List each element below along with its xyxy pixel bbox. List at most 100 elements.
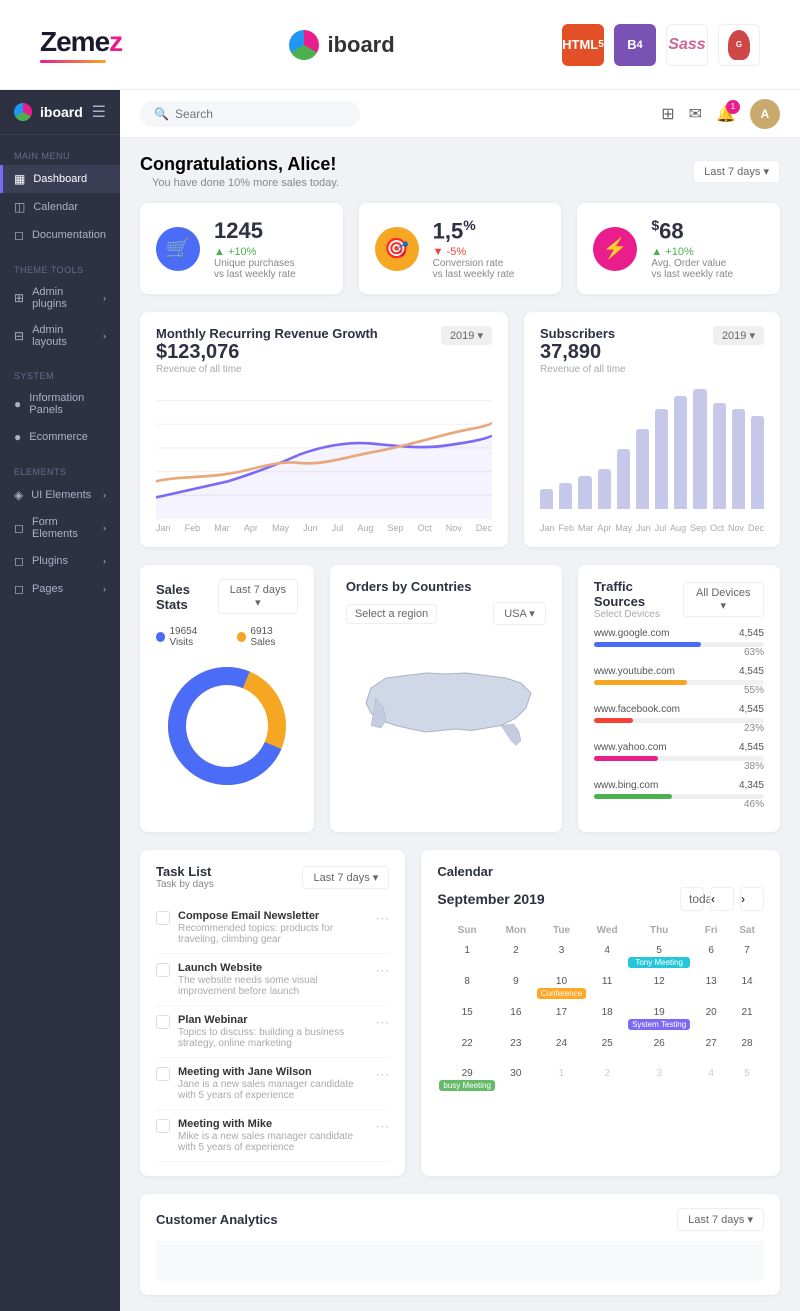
charts-row: Monthly Recurring Revenue Growth $123,07… xyxy=(140,312,780,547)
date-filter-button[interactable]: Last 7 days ▾ xyxy=(693,160,780,183)
sidebar-item-admin-layouts[interactable]: ⊟ Admin layouts › xyxy=(0,317,120,355)
cal-day[interactable]: 29busy Meeting xyxy=(437,1065,497,1094)
sidebar-item-documentation[interactable]: ◻ Documentation xyxy=(0,221,120,249)
task-dots-icon[interactable]: ⋯ xyxy=(375,962,389,979)
cal-day[interactable]: 12 xyxy=(626,973,692,1002)
cal-day[interactable]: 13 xyxy=(694,973,728,1002)
cal-today-button[interactable]: today xyxy=(680,887,704,911)
x-label: Jan xyxy=(156,523,171,533)
cal-day[interactable]: 26 xyxy=(626,1035,692,1063)
customer-analytics-filter[interactable]: Last 7 days ▾ xyxy=(677,1208,764,1231)
cal-prev-button[interactable]: ‹ xyxy=(710,887,734,911)
x-label: Jul xyxy=(655,523,667,533)
cal-day[interactable]: 15 xyxy=(437,1004,497,1033)
task-item: Meeting with Mike Mike is a new sales ma… xyxy=(156,1110,389,1162)
cal-day[interactable]: 3 xyxy=(535,942,588,971)
task-item: Compose Email Newsletter Recommended top… xyxy=(156,902,389,954)
cal-day[interactable]: 6 xyxy=(694,942,728,971)
legend-sales: 6913 Sales xyxy=(237,626,298,648)
cal-day[interactable]: 5Tony Meeting xyxy=(626,942,692,971)
cal-day[interactable]: 1 xyxy=(437,942,497,971)
cal-day[interactable]: 28 xyxy=(730,1035,764,1063)
task-filter-button[interactable]: Last 7 days ▾ xyxy=(302,866,389,889)
cal-day-header: Thu xyxy=(626,921,692,940)
ecommerce-label: Ecommerce xyxy=(29,431,106,443)
zemes-logo: Zemez xyxy=(40,26,122,63)
search-box[interactable]: 🔍 xyxy=(140,101,360,127)
cal-day[interactable]: 8 xyxy=(437,973,497,1002)
cal-day[interactable]: 22 xyxy=(437,1035,497,1063)
grid-icon[interactable]: ⊞ xyxy=(661,104,674,124)
hamburger-icon[interactable]: ☰ xyxy=(92,102,106,122)
sales-map-traffic-row: Sales Stats Last 7 days ▾ 19654 Visits 6… xyxy=(140,565,780,832)
cal-day[interactable]: 24 xyxy=(535,1035,588,1063)
device-filter-button[interactable]: All Devices ▾ xyxy=(683,582,764,617)
orders-title: Orders by Countries xyxy=(346,579,546,594)
info-icon: ● xyxy=(14,397,21,411)
cal-day[interactable]: 19System Testing xyxy=(626,1004,692,1033)
cal-day[interactable]: 20 xyxy=(694,1004,728,1033)
visits-dot xyxy=(156,632,165,642)
task-checkbox[interactable] xyxy=(156,1015,170,1029)
welcome-row: Congratulations, Alice! You have done 10… xyxy=(140,154,780,189)
revenue-x-labels: Jan Feb Mar Apr May Jun Jul Aug Sep Oct … xyxy=(156,523,492,533)
bootstrap-icon: B4 xyxy=(614,24,656,66)
task-dots-icon[interactable]: ⋯ xyxy=(375,1014,389,1031)
country-filter[interactable]: USA ▾ xyxy=(493,602,546,625)
task-content: Plan Webinar Topics to discuss: building… xyxy=(178,1014,367,1049)
search-input[interactable] xyxy=(175,107,346,121)
sidebar-item-plugins[interactable]: ◻ Plugins › xyxy=(0,547,120,575)
sales-header: Sales Stats Last 7 days ▾ xyxy=(156,579,298,614)
cal-day-header: Fri xyxy=(694,921,728,940)
sidebar-item-dashboard[interactable]: ▦ Dashboard xyxy=(0,165,120,193)
cal-day[interactable]: 7 xyxy=(730,942,764,971)
cal-day[interactable]: 2 xyxy=(499,942,533,971)
cal-day[interactable]: 4 xyxy=(590,942,624,971)
cal-event: Tony Meeting xyxy=(628,957,690,968)
task-checkbox[interactable] xyxy=(156,911,170,925)
traffic-percent: 38% xyxy=(594,761,764,772)
task-checkbox[interactable] xyxy=(156,1119,170,1133)
doc-label: Documentation xyxy=(32,229,106,241)
cal-day[interactable]: 30 xyxy=(499,1065,533,1094)
form-label: Form Elements xyxy=(32,516,95,540)
cal-day[interactable]: 23 xyxy=(499,1035,533,1063)
cal-day[interactable]: 10Conference xyxy=(535,973,588,1002)
cal-day[interactable]: 17 xyxy=(535,1004,588,1033)
cal-day[interactable]: 16 xyxy=(499,1004,533,1033)
subscribers-year-filter[interactable]: 2019 ▾ xyxy=(713,326,764,345)
notification-icon[interactable]: 🔔 1 xyxy=(716,104,736,124)
welcome-subtitle: You have done 10% more sales today. xyxy=(152,177,339,189)
sidebar-item-form-elements[interactable]: ◻ Form Elements › xyxy=(0,509,120,547)
cal-day[interactable]: 18 xyxy=(590,1004,624,1033)
sidebar-item-info-panels[interactable]: ● Information Panels xyxy=(0,385,120,423)
cal-day[interactable]: 27 xyxy=(694,1035,728,1063)
html5-icon: HTML5 xyxy=(562,24,604,66)
task-dots-icon[interactable]: ⋯ xyxy=(375,1066,389,1083)
task-checkbox[interactable] xyxy=(156,963,170,977)
cal-day[interactable]: 14 xyxy=(730,973,764,1002)
cal-day[interactable]: 9 xyxy=(499,973,533,1002)
task-list-header: Task List Task by days Last 7 days ▾ xyxy=(156,864,389,890)
task-checkbox[interactable] xyxy=(156,1067,170,1081)
subscribers-chart-header: Subscribers 37,890 Revenue of all time 2… xyxy=(540,326,764,375)
cal-next-button[interactable]: › xyxy=(740,887,764,911)
sidebar-item-admin-plugins[interactable]: ⊞ Admin plugins › xyxy=(0,279,120,317)
sidebar-item-ecommerce[interactable]: ● Ecommerce xyxy=(0,423,120,451)
email-icon[interactable]: ✉ xyxy=(689,104,702,124)
bar-item xyxy=(751,416,764,509)
user-avatar[interactable]: A xyxy=(750,99,780,129)
cal-day[interactable]: 25 xyxy=(590,1035,624,1063)
sidebar-item-pages[interactable]: ◻ Pages › xyxy=(0,575,120,603)
sidebar-item-calendar[interactable]: ◫ Calendar xyxy=(0,193,120,221)
subscribers-chart-title: Subscribers xyxy=(540,326,626,341)
sidebar-item-ui-elements[interactable]: ◈ UI Elements › xyxy=(0,481,120,509)
revenue-year-filter[interactable]: 2019 ▾ xyxy=(441,326,492,345)
iboard-dot-icon xyxy=(289,30,319,60)
task-item: Meeting with Jane Wilson Jane is a new s… xyxy=(156,1058,389,1110)
task-dots-icon[interactable]: ⋯ xyxy=(375,910,389,927)
cal-day[interactable]: 11 xyxy=(590,973,624,1002)
task-dots-icon[interactable]: ⋯ xyxy=(375,1118,389,1135)
cal-day[interactable]: 21 xyxy=(730,1004,764,1033)
sales-filter-button[interactable]: Last 7 days ▾ xyxy=(218,579,298,614)
